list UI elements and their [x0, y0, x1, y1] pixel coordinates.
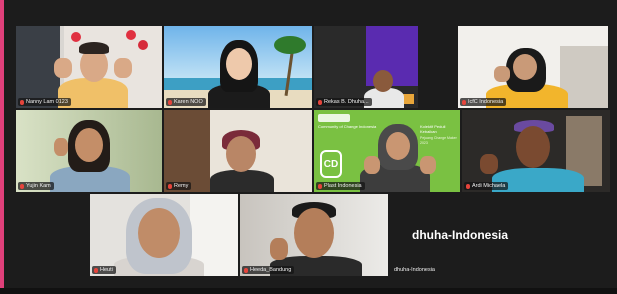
participant-name: Yujin Kam — [26, 183, 51, 189]
slide-subtitle: Pejuang Change Maker 2023 — [420, 136, 457, 145]
participant-name: IcfC Indonesia — [468, 99, 504, 105]
video-tile[interactable]: Yujin Kam — [16, 110, 162, 192]
slide-logo: CD — [320, 150, 342, 178]
video-tile[interactable]: Community of Change Indonesia CD Kolekti… — [314, 110, 460, 192]
participant-head — [226, 48, 252, 80]
heart-balloon — [138, 40, 148, 50]
participant-hair — [79, 42, 109, 54]
video-tile[interactable]: Remy — [164, 110, 312, 192]
hand — [54, 58, 72, 78]
participant-nameplate: dhuha-Indonesia — [392, 266, 438, 274]
hand — [494, 66, 510, 82]
heart-balloon — [126, 30, 136, 40]
mic-muted-icon — [318, 99, 322, 105]
participant-name: dhuha-Indonesia — [394, 267, 435, 273]
participant-head — [138, 208, 180, 258]
hand — [54, 138, 68, 156]
mic-muted-icon — [168, 99, 172, 105]
mic-muted-icon — [94, 267, 98, 273]
participant-nameplate: Plast Indonesia — [316, 182, 365, 190]
cupboard-background — [164, 110, 210, 192]
participant-head — [75, 128, 103, 162]
participant-head — [516, 126, 550, 168]
mic-muted-icon — [462, 99, 466, 105]
participant-nameplate: Ardi Michaela — [464, 182, 509, 190]
participant-name: Heeda_Bandung — [250, 267, 292, 273]
mic-muted-icon — [20, 99, 24, 105]
hand — [364, 156, 380, 174]
hand — [114, 58, 132, 78]
hand — [270, 238, 288, 260]
video-tile[interactable]: IcfC Indonesia — [458, 26, 608, 108]
participant-name: Rekas B. Dhuha... — [324, 99, 369, 105]
slide-logo-bar — [318, 114, 350, 122]
participant-nameplate: Heuti — [92, 266, 116, 274]
participant-name: Remy — [174, 183, 189, 189]
participant-head — [373, 70, 393, 92]
slide-title: Kolektif Peduli Kebaikan — [420, 124, 446, 134]
mic-muted-icon — [168, 183, 172, 189]
slide-brand: Community of Change Indonesia — [318, 124, 377, 129]
mic-muted-icon — [20, 183, 24, 189]
participant-nameplate: Yujin Kam — [18, 182, 54, 190]
palm-leaves — [274, 36, 306, 54]
participant-nameplate: Rekas B. Dhuha... — [316, 98, 372, 106]
participant-name: Plast Indonesia — [324, 183, 362, 189]
participant-nameplate: Karen NOO — [166, 98, 206, 106]
participant-name: Heuti — [100, 267, 113, 273]
participant-name: Ardi Michaela — [472, 183, 506, 189]
bottom-bar — [0, 288, 617, 294]
participant-body — [210, 170, 274, 192]
participant-nameplate: IcfC Indonesia — [460, 98, 507, 106]
hand — [480, 154, 498, 174]
video-tile[interactable]: Ardi Michaela — [462, 110, 610, 192]
video-tile-active-speaker[interactable]: Karen NOO — [164, 26, 312, 108]
video-tile[interactable]: Heeda_Bandung — [240, 194, 388, 276]
participant-nameplate: Heeda_Bandung — [242, 266, 295, 274]
participant-nameplate: Remy — [166, 182, 192, 190]
window-edge — [0, 0, 4, 294]
heart-balloon — [71, 32, 81, 42]
video-tile[interactable]: Rekas B. Dhuha... — [314, 26, 418, 108]
mic-muted-icon — [318, 183, 322, 189]
participant-head — [226, 136, 256, 172]
mic-muted-icon — [466, 183, 470, 189]
video-tile[interactable]: Heuti — [90, 194, 238, 276]
participant-name: Nanny Lam 0123 — [26, 99, 68, 105]
participant-name: Karen NOO — [174, 99, 203, 105]
participant-head — [294, 208, 334, 258]
participant-head — [513, 54, 537, 80]
video-tile[interactable]: Nanny Lam 0123 — [16, 26, 162, 108]
camera-off-display-name: dhuha-Indonesia — [412, 228, 508, 242]
participant-nameplate: Nanny Lam 0123 — [18, 98, 71, 106]
participant-head — [386, 132, 410, 160]
hand — [420, 156, 436, 174]
mic-muted-icon — [244, 267, 248, 273]
